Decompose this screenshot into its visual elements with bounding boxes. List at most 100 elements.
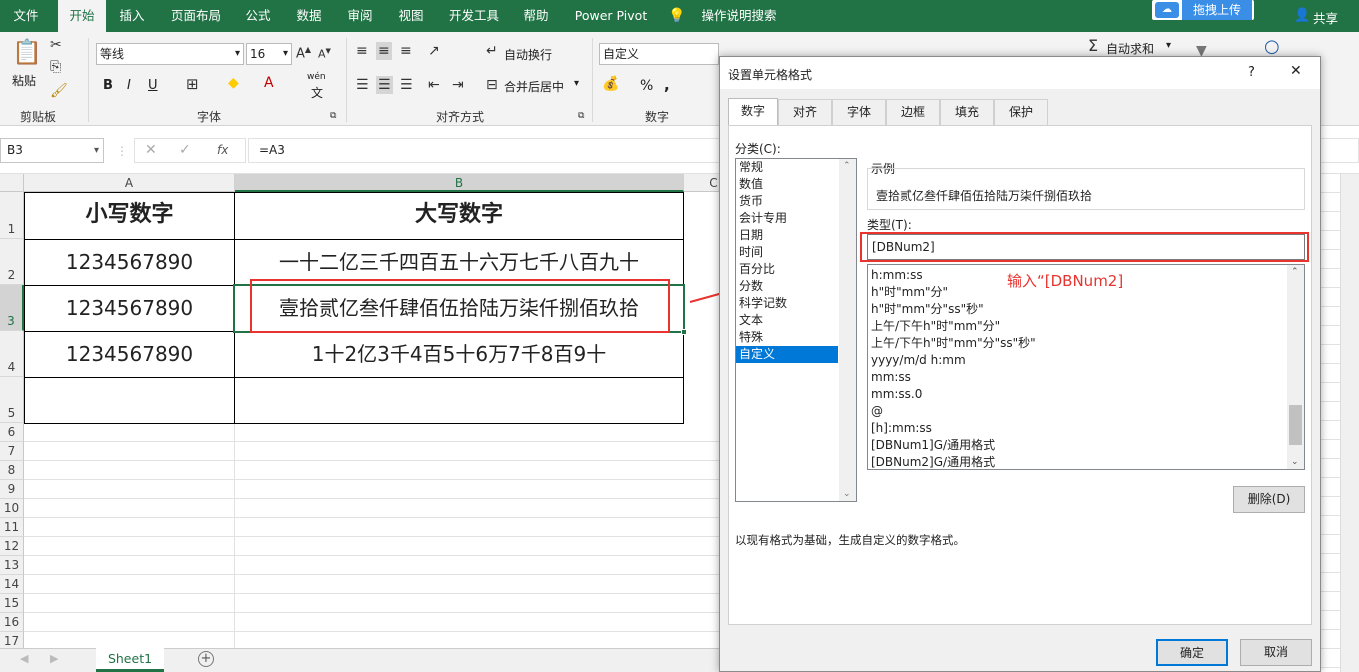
paste-icon[interactable]: 📋 [12, 40, 42, 64]
list-item[interactable]: 分数 [736, 278, 856, 295]
table-cell[interactable] [24, 377, 235, 424]
phonetic-guide-button[interactable]: wén [307, 72, 326, 82]
row-header[interactable]: 14 [0, 575, 24, 594]
list-item[interactable]: mm:ss [868, 369, 1304, 386]
row-header[interactable]: 13 [0, 556, 24, 575]
percent-button[interactable]: % [640, 78, 653, 94]
chevron-down-icon[interactable]: ⌄ [1291, 457, 1299, 467]
paste-button[interactable]: 粘贴 [12, 72, 36, 89]
tab-number[interactable]: 数字 [728, 98, 778, 126]
next-sheet-icon[interactable]: ▶ [50, 652, 58, 665]
delete-button[interactable]: 删除(D) [1233, 486, 1305, 513]
check-icon[interactable]: ✓ [179, 142, 191, 158]
row-header[interactable]: 2 [0, 239, 24, 285]
cancel-icon[interactable]: ✕ [145, 142, 157, 158]
table-cell[interactable]: 小写数字 [24, 192, 235, 240]
tab-review[interactable]: 审阅 [337, 0, 383, 32]
align-bottom-icon[interactable]: ≡ [400, 44, 412, 58]
list-item[interactable]: [DBNum1]G/通用格式 [868, 437, 1304, 454]
prev-sheet-icon[interactable]: ◀ [20, 652, 28, 665]
list-item[interactable]: 百分比 [736, 261, 856, 278]
row-header[interactable]: 3 [0, 285, 24, 331]
tab-alignment[interactable]: 对齐 [778, 99, 832, 125]
ok-button[interactable]: 确定 [1156, 639, 1228, 666]
align-top-icon[interactable]: ≡ [356, 44, 368, 58]
close-button[interactable]: ✕ [1290, 63, 1302, 79]
select-all-corner[interactable] [0, 174, 24, 192]
table-cell[interactable]: 1234567890 [24, 331, 235, 378]
row-header[interactable]: 17 [0, 632, 24, 648]
list-item[interactable]: h"时"mm"分"ss"秒" [868, 301, 1304, 318]
row-header[interactable]: 9 [0, 480, 24, 499]
autosum-button[interactable]: 自动求和 [1106, 40, 1154, 57]
font-size-select[interactable]: 16 ▾ [246, 43, 292, 65]
row-header[interactable]: 16 [0, 613, 24, 632]
chevron-down-icon[interactable]: ⌄ [843, 489, 851, 499]
bold-button[interactable]: B [103, 78, 113, 93]
row-header[interactable]: 8 [0, 461, 24, 480]
format-painter-icon[interactable]: 🖌 [50, 84, 68, 98]
dialog-launcher-icon[interactable]: ⧉ [578, 112, 584, 121]
column-header-b[interactable]: B [235, 174, 684, 192]
increase-indent-icon[interactable]: ⇥ [452, 78, 464, 92]
align-right-icon[interactable]: ☰ [400, 78, 413, 92]
row-header[interactable]: 11 [0, 518, 24, 537]
tab-formulas[interactable]: 公式 [236, 0, 280, 32]
row-header[interactable]: 6 [0, 423, 24, 442]
accounting-icon[interactable]: 💰 [602, 77, 619, 91]
insert-function-button[interactable]: fx [217, 143, 228, 157]
scrollbar[interactable]: ⌃ ⌄ [1287, 265, 1304, 469]
row-header[interactable]: 7 [0, 442, 24, 461]
list-item[interactable]: [h]:mm:ss [868, 420, 1304, 437]
wrap-text-button[interactable]: 自动换行 [504, 46, 552, 63]
help-button[interactable]: ? [1248, 65, 1255, 80]
vertical-scrollbar[interactable] [1340, 174, 1359, 672]
row-header[interactable]: 5 [0, 377, 24, 423]
tab-power-pivot[interactable]: Power Pivot [568, 0, 654, 32]
tab-protection[interactable]: 保护 [994, 99, 1048, 125]
tab-view[interactable]: 视图 [388, 0, 434, 32]
italic-button[interactable]: I [127, 78, 131, 93]
font-color-icon[interactable]: A [264, 76, 274, 90]
tab-help[interactable]: 帮助 [512, 0, 560, 32]
tab-home[interactable]: 开始 [58, 0, 106, 32]
align-middle-icon[interactable]: ≡ [376, 42, 392, 60]
list-item[interactable]: 会计专用 [736, 210, 856, 227]
cut-icon[interactable]: ✂ [50, 38, 62, 52]
scrollbar-thumb[interactable] [1289, 405, 1302, 445]
number-format-select[interactable]: 自定义 [599, 43, 719, 65]
upload-widget[interactable]: ☁ 拖拽上传 [1152, 0, 1254, 20]
list-item[interactable]: [DBNum2]G/通用格式 [868, 454, 1304, 469]
row-header[interactable]: 1 [0, 192, 24, 239]
list-item[interactable]: 特殊 [736, 329, 856, 346]
list-item[interactable]: 上午/下午h"时"mm"分" [868, 318, 1304, 335]
list-item[interactable]: 科学记数 [736, 295, 856, 312]
cancel-button[interactable]: 取消 [1240, 639, 1312, 666]
list-item[interactable]: 数值 [736, 176, 856, 193]
row-header[interactable]: 4 [0, 331, 24, 377]
column-header-a[interactable]: A [24, 174, 235, 192]
fill-color-icon[interactable]: ◆ [228, 76, 239, 90]
chevron-up-icon[interactable]: ⌃ [1291, 267, 1299, 277]
table-cell[interactable]: 1234567890 [24, 285, 235, 332]
row-header[interactable]: 12 [0, 537, 24, 556]
decrease-indent-icon[interactable]: ⇤ [428, 78, 440, 92]
tell-me-search[interactable]: 操作说明搜索 [694, 0, 784, 32]
list-item[interactable]: 日期 [736, 227, 856, 244]
copy-icon[interactable]: ⎘ [50, 60, 61, 74]
align-left-icon[interactable]: ☰ [356, 78, 369, 92]
grow-font-icon[interactable]: A▲ [296, 46, 311, 61]
list-item[interactable]: mm:ss.0 [868, 386, 1304, 403]
list-item[interactable]: 文本 [736, 312, 856, 329]
list-item[interactable]: yyyy/m/d h:mm [868, 352, 1304, 369]
dialog-launcher-icon[interactable]: ⧉ [330, 112, 336, 121]
sheet-tab-sheet1[interactable]: Sheet1 [96, 648, 164, 672]
tab-data[interactable]: 数据 [286, 0, 332, 32]
text-direction-icon[interactable]: ↗ [428, 44, 440, 58]
row-header[interactable]: 10 [0, 499, 24, 518]
tab-border[interactable]: 边框 [886, 99, 940, 125]
name-box[interactable]: B3 ▾ [0, 138, 104, 163]
list-item[interactable]: 常规 [736, 159, 856, 176]
font-name-select[interactable]: 等线 ▾ [96, 43, 244, 65]
find-select-icon[interactable]: ○ [1264, 38, 1280, 56]
